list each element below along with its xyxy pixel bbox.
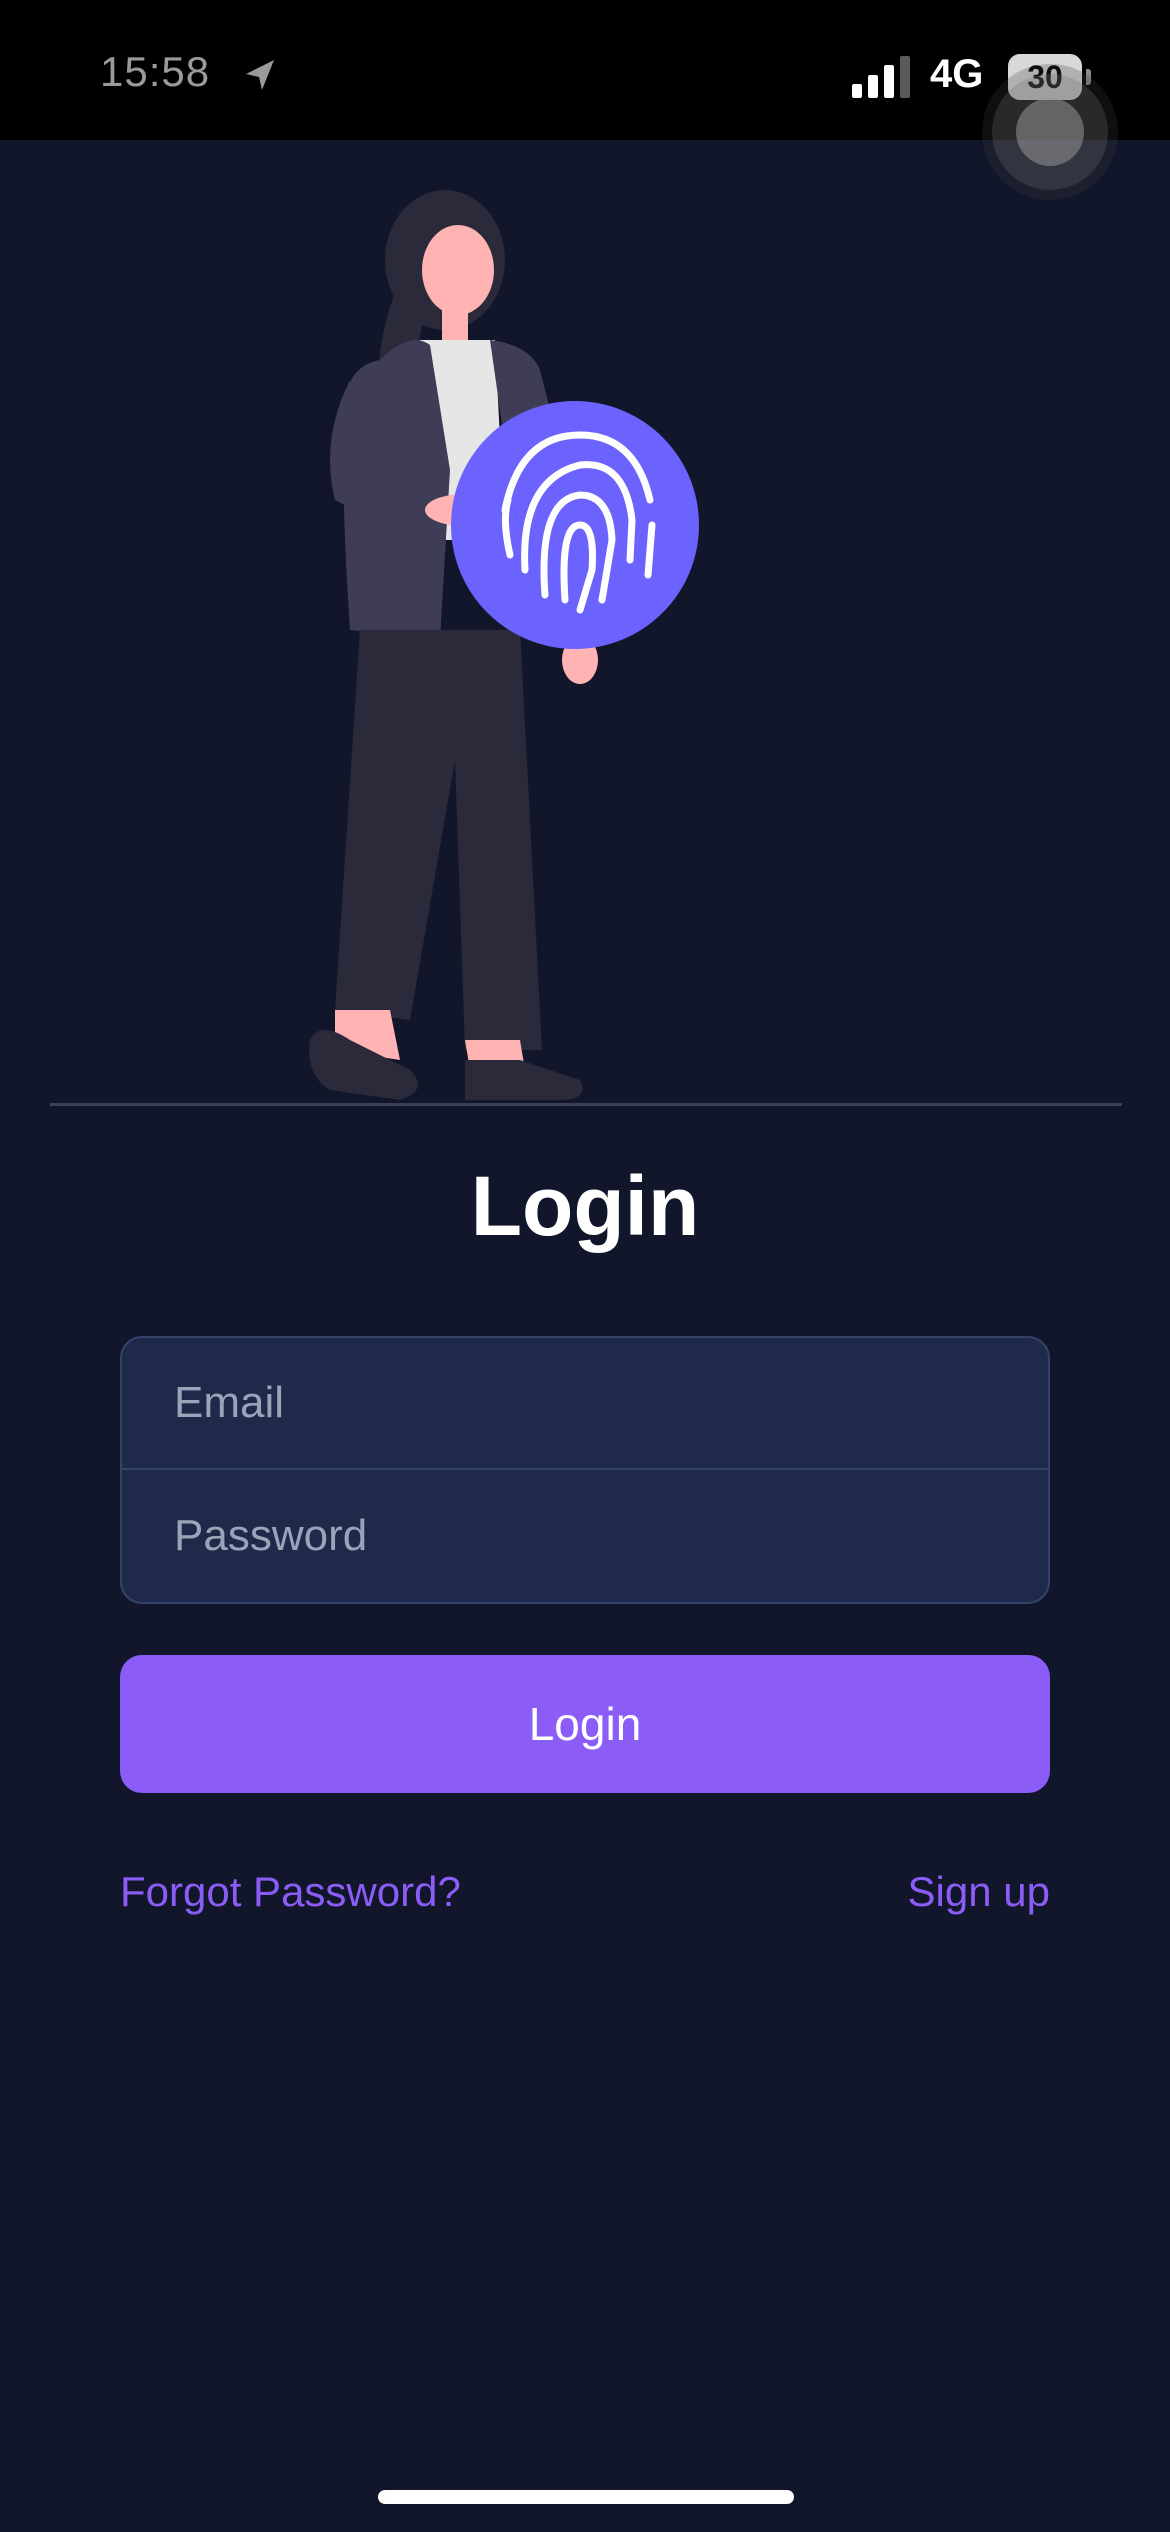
password-field[interactable]: Password (120, 1470, 1050, 1604)
email-field[interactable]: Email (120, 1336, 1050, 1470)
page-title: Login (470, 1159, 700, 1253)
network-type: 4G (930, 52, 984, 96)
location-arrow-icon (246, 60, 274, 90)
fingerprint-illustration (309, 190, 699, 1100)
sign-up-link[interactable]: Sign up (908, 1868, 1050, 1916)
login-button[interactable]: Login (120, 1655, 1050, 1793)
signal-bars-icon (852, 56, 910, 98)
assistive-touch-button[interactable] (992, 74, 1108, 190)
divider (50, 1103, 1122, 1106)
home-indicator[interactable] (378, 2490, 794, 2504)
forgot-password-link[interactable]: Forgot Password? (120, 1868, 461, 1916)
status-time: 15:58 (100, 48, 211, 95)
